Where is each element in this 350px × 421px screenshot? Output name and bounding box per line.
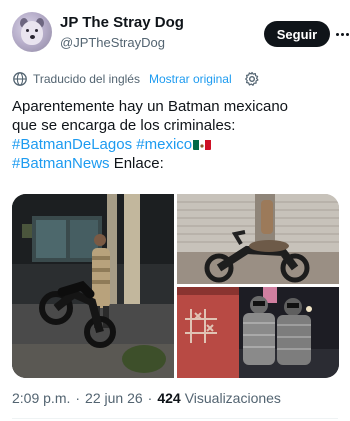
taped-men-wall-markings-photo (177, 287, 339, 378)
tweet-header: JP The Stray Dog @JPTheStrayDog Seguir (12, 12, 349, 56)
media-image-2[interactable] (177, 194, 339, 284)
tweet-line-1: Aparentemente hay un Batman mexicano (12, 98, 288, 115)
media-grid (12, 194, 339, 378)
motorcycle-by-shutter-photo (177, 194, 339, 284)
show-original-link[interactable]: Mostrar original (149, 72, 232, 86)
globe-icon (13, 72, 27, 86)
tweet-time[interactable]: 2:09 p.m. (12, 390, 70, 406)
hashtag-link[interactable]: #mexico (136, 136, 192, 153)
hashtag-link[interactable]: #BatmanDeLagos (12, 136, 132, 153)
tweet-date[interactable]: 22 jun 26 (85, 390, 143, 406)
divider (12, 418, 338, 419)
settings-icon[interactable] (244, 71, 260, 87)
tweet-metadata: 2:09 p.m. · 22 jun 26 · 424 Visualizacio… (12, 389, 281, 407)
author-handle[interactable]: @JPTheStrayDog (60, 35, 165, 50)
hashtag-link[interactable]: #BatmanNews (12, 155, 110, 172)
views-label: Visualizaciones (184, 390, 281, 406)
views-count: 424 (157, 390, 181, 406)
link-label: Enlace: (109, 155, 164, 172)
tweet-text: Aparentemente hay un Batman mexicano que… (12, 97, 342, 173)
mexico-flag-icon (193, 138, 212, 150)
separator-dot: · (147, 390, 153, 406)
tweet-line-4: #BatmanNews Enlace: (12, 154, 342, 173)
media-image-3[interactable] (177, 287, 339, 378)
tweet-line-2: que se encarga de los criminales: (12, 117, 236, 134)
man-taped-to-pole-photo (12, 194, 174, 378)
media-image-1[interactable] (12, 194, 174, 378)
avatar[interactable] (12, 12, 52, 52)
author-display-name[interactable]: JP The Stray Dog (60, 14, 184, 31)
translation-bar: Traducido del inglés Mostrar original (12, 70, 260, 88)
follow-button[interactable]: Seguir (264, 21, 330, 47)
translated-label: Traducido del inglés (33, 72, 140, 86)
more-horizontal-icon[interactable] (334, 26, 350, 42)
tweet-line-3: #BatmanDeLagos #mexico (12, 135, 342, 154)
separator-dot: · (75, 390, 81, 406)
